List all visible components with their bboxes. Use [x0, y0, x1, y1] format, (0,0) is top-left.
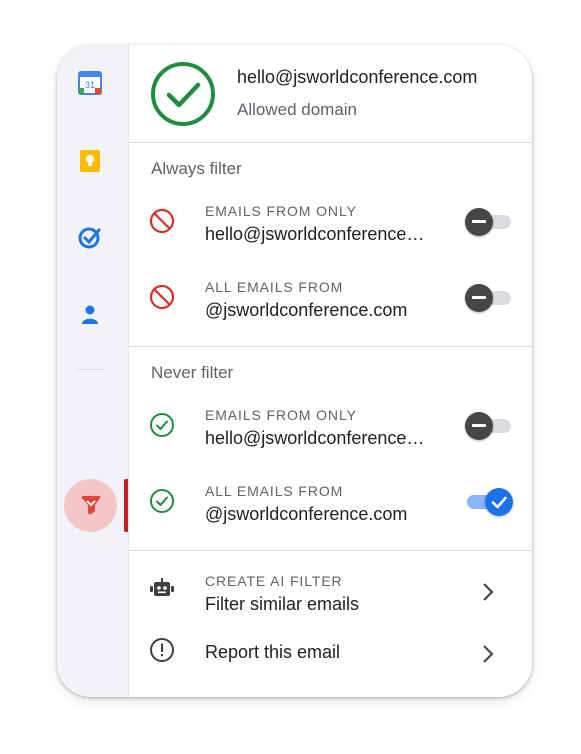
toggle-switch-off[interactable] [465, 208, 513, 236]
section-title: Always filter [151, 159, 242, 178]
side-panel-card: 31 hello@jsworldconference.com Allowed d… [57, 45, 532, 697]
calendar-icon[interactable]: 31 [78, 71, 102, 95]
row-value: hello@jsworldconference… [205, 428, 425, 448]
row-label: ALL EMAILS FROM [205, 483, 344, 499]
filter-panel: hello@jsworldconference.com Allowed doma… [128, 45, 532, 697]
report-email-row[interactable]: Report this email [129, 632, 532, 697]
toggle-switch-off[interactable] [465, 412, 513, 440]
row-value: @jsworldconference.com [205, 504, 408, 524]
row-label: EMAILS FROM ONLY [205, 203, 357, 219]
row-label: CREATE AI FILTER [205, 573, 343, 589]
sender-email: hello@jsworldconference.com [237, 67, 478, 87]
row-label: ALL EMAILS FROM [205, 279, 344, 295]
block-icon [149, 208, 175, 234]
toggle-switch-on[interactable] [465, 488, 513, 516]
toggle-check-icon [491, 496, 507, 509]
allow-check-icon [150, 413, 174, 437]
row-value: Report this email [205, 642, 341, 662]
always-filter-row-only[interactable]: EMAILS FROM ONLY hello@jsworldconference… [129, 199, 532, 265]
contacts-icon[interactable] [78, 302, 102, 326]
rail-divider [77, 369, 104, 370]
report-icon [150, 638, 174, 662]
actions-section: CREATE AI FILTER Filter similar emails R… [129, 551, 532, 697]
chevron-right-icon [483, 645, 494, 663]
row-label: EMAILS FROM ONLY [205, 407, 357, 423]
sender-header: hello@jsworldconference.com Allowed doma… [129, 45, 532, 143]
create-ai-filter-row[interactable]: CREATE AI FILTER Filter similar emails [129, 569, 532, 635]
never-filter-row-all[interactable]: ALL EMAILS FROM @jsworldconference.com [129, 479, 532, 545]
sender-status: Allowed domain [237, 100, 358, 119]
never-filter-section: Never filter EMAILS FROM ONLY hello@jswo… [129, 347, 532, 551]
allowed-check-icon [151, 62, 215, 126]
tasks-icon[interactable] [78, 225, 102, 249]
block-icon [149, 284, 175, 310]
app-rail: 31 [57, 45, 128, 697]
row-value: @jsworldconference.com [205, 300, 408, 320]
always-filter-row-all[interactable]: ALL EMAILS FROM @jsworldconference.com [129, 275, 532, 341]
calendar-day-text: 31 [85, 80, 95, 90]
row-value: Filter similar emails [205, 594, 360, 614]
row-value: hello@jsworldconference… [205, 224, 425, 244]
keep-icon[interactable] [78, 149, 102, 173]
section-title: Never filter [151, 363, 234, 382]
chevron-right-icon [483, 583, 494, 601]
always-filter-section: Always filter EMAILS FROM ONLY hello@jsw… [129, 143, 532, 347]
allow-check-icon [150, 489, 174, 513]
robot-icon [150, 578, 174, 596]
extension-filter-icon[interactable] [79, 493, 103, 517]
toggle-switch-off[interactable] [465, 284, 513, 312]
never-filter-row-only[interactable]: EMAILS FROM ONLY hello@jsworldconference… [129, 403, 532, 469]
